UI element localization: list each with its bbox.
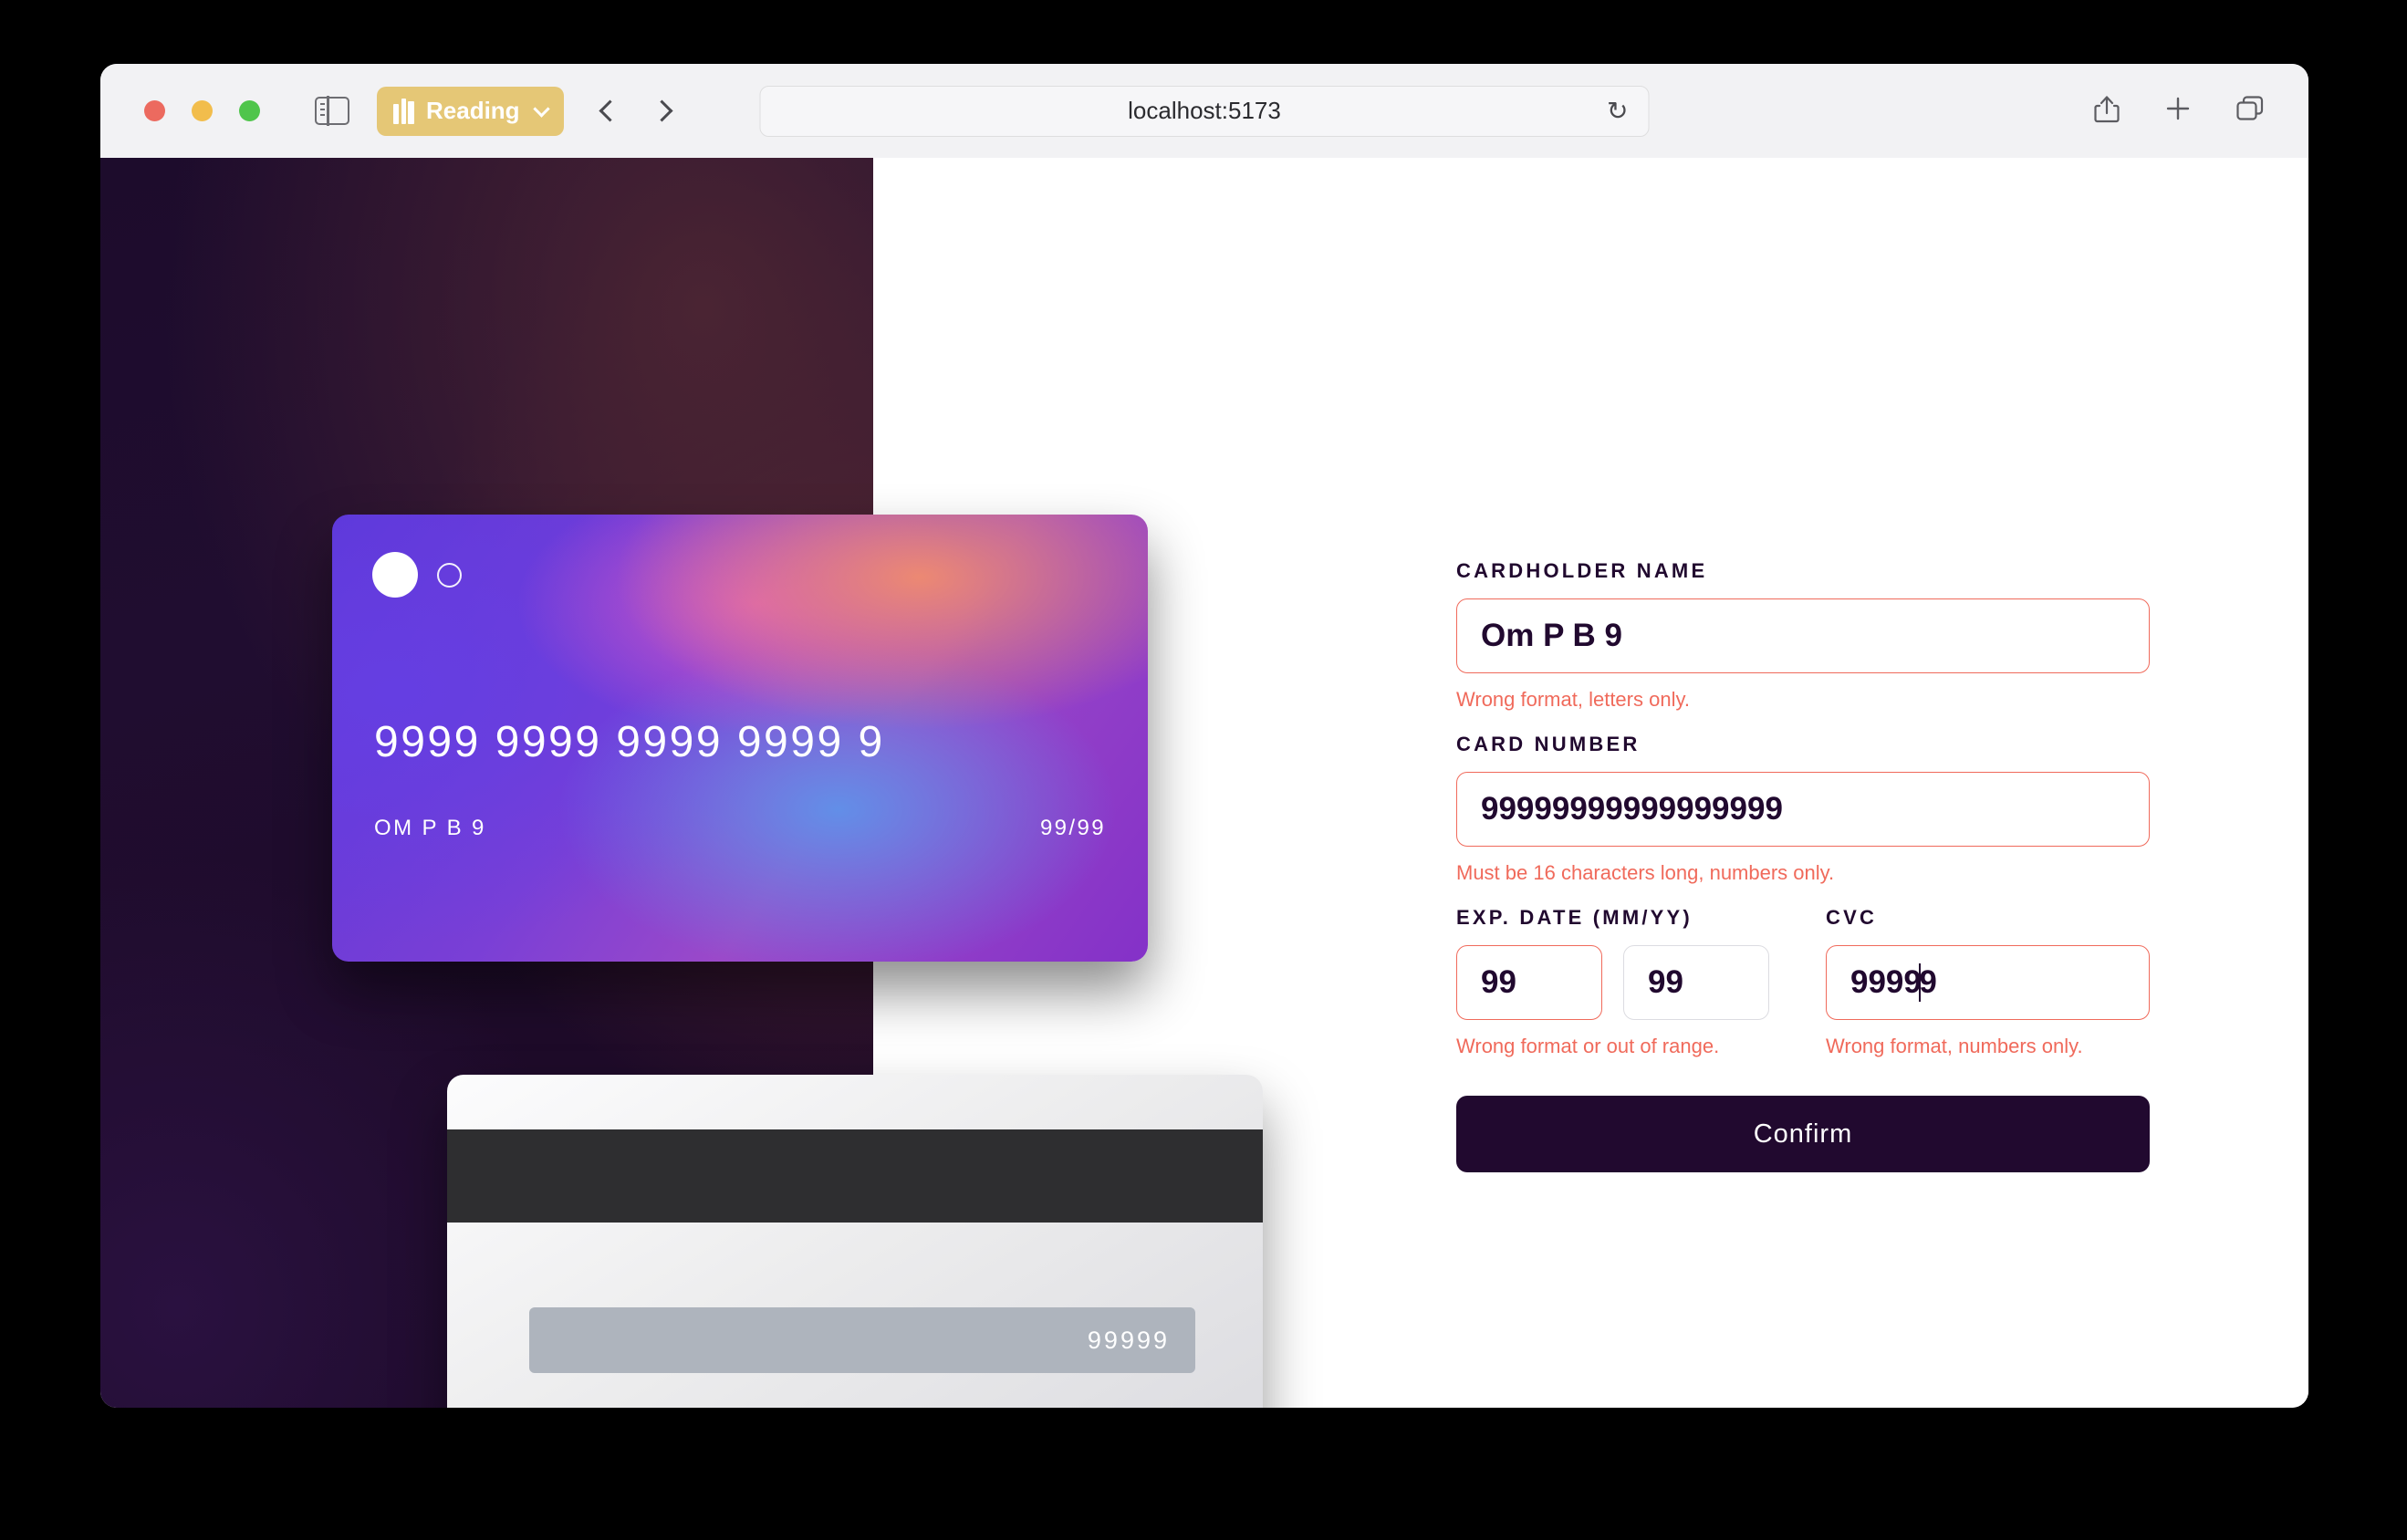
- card-number-input[interactable]: 99999999999999999: [1456, 772, 2150, 848]
- address-bar[interactable]: localhost:5173 ↻: [759, 85, 1650, 137]
- exp-date-error: Wrong format or out of range.: [1456, 1035, 1720, 1058]
- exp-date-group: EXP. DATE (MM/YY) 99 99 Wrong format or …: [1456, 906, 1789, 1059]
- reload-icon[interactable]: ↻: [1607, 98, 1628, 124]
- cardholder-name-value: Om P B 9: [1481, 618, 1622, 653]
- cvc-input[interactable]: 9999 9: [1826, 945, 2150, 1021]
- card-preview-name: OM P B 9: [374, 816, 486, 840]
- exp-date-inputs: 99 99: [1456, 945, 1789, 1021]
- cardholder-name-label: CARDHOLDER NAME: [1456, 559, 1708, 582]
- payment-form: CARDHOLDER NAME Om P B 9 Wrong format, l…: [1456, 559, 2150, 1173]
- cvc-value-after-caret: 9: [1919, 964, 1937, 1001]
- page-content: 9999 9999 9999 9999 9 OM P B 9 99/99 999…: [100, 158, 2308, 1408]
- cvc-group: CVC 9999 9 Wrong format, numbers only.: [1826, 906, 2150, 1059]
- close-window-button[interactable]: [144, 100, 165, 121]
- url-text: localhost:5173: [1128, 97, 1281, 124]
- window-controls: [144, 100, 260, 121]
- chevron-down-icon[interactable]: [532, 99, 550, 118]
- tab-overview-icon[interactable]: [2235, 95, 2265, 127]
- cardholder-name-group: CARDHOLDER NAME Om P B 9 Wrong format, l…: [1456, 559, 2150, 713]
- card-logo: [372, 552, 462, 598]
- signature-strip: 99999: [529, 1307, 1195, 1373]
- card-preview-footer: OM P B 9 99/99: [374, 816, 1106, 841]
- card-logo-circle-filled-icon: [372, 552, 418, 598]
- card-preview-cvc: 99999: [1087, 1326, 1170, 1354]
- books-icon: [393, 98, 414, 124]
- cvc-error: Wrong format, numbers only.: [1826, 1035, 2083, 1058]
- sidebar-toggle-icon[interactable]: [315, 96, 349, 126]
- forward-button-icon[interactable]: [651, 99, 673, 122]
- back-button-icon[interactable]: [599, 99, 621, 122]
- exp-cvc-row: EXP. DATE (MM/YY) 99 99 Wrong format or …: [1456, 906, 2150, 1059]
- cardholder-name-input[interactable]: Om P B 9: [1456, 598, 2150, 673]
- card-preview-number: 9999 9999 9999 9999 9: [374, 718, 885, 766]
- exp-month-input[interactable]: 99: [1456, 945, 1602, 1021]
- card-logo-circle-outline-icon: [437, 562, 462, 588]
- plus-icon[interactable]: [2164, 95, 2192, 127]
- share-icon[interactable]: [2093, 94, 2120, 129]
- cvc-value-before-caret: 9999: [1850, 964, 1922, 1001]
- browser-window: Reading localhost:5173 ↻ 9999 9999 9999 …: [100, 64, 2308, 1408]
- browser-toolbar: Reading localhost:5173 ↻: [100, 64, 2308, 158]
- card-number-group: CARD NUMBER 99999999999999999 Must be 16…: [1456, 733, 2150, 886]
- confirm-button[interactable]: Confirm: [1456, 1096, 2150, 1173]
- cvc-label: CVC: [1826, 906, 1878, 930]
- exp-year-input[interactable]: 99: [1623, 945, 1769, 1021]
- card-preview-expiry: 99/99: [1039, 816, 1106, 840]
- reading-tab-label: Reading: [426, 97, 520, 124]
- card-number-value: 99999999999999999: [1481, 791, 1783, 827]
- card-front-preview: 9999 9999 9999 9999 9 OM P B 9 99/99: [332, 515, 1148, 962]
- minimize-window-button[interactable]: [192, 100, 213, 121]
- magnetic-stripe: [447, 1129, 1263, 1223]
- card-number-label: CARD NUMBER: [1456, 733, 1641, 756]
- toolbar-actions: [2093, 94, 2265, 129]
- reading-list-tab[interactable]: Reading: [377, 86, 564, 136]
- card-number-error: Must be 16 characters long, numbers only…: [1456, 861, 1835, 885]
- exp-year-value: 99: [1648, 964, 1683, 1001]
- navigation-arrows: [599, 99, 673, 122]
- cardholder-name-error: Wrong format, letters only.: [1456, 688, 1690, 711]
- maximize-window-button[interactable]: [239, 100, 260, 121]
- exp-date-label: EXP. DATE (MM/YY): [1456, 906, 1693, 930]
- card-back-preview: 99999: [447, 1075, 1263, 1408]
- exp-month-value: 99: [1481, 964, 1516, 1001]
